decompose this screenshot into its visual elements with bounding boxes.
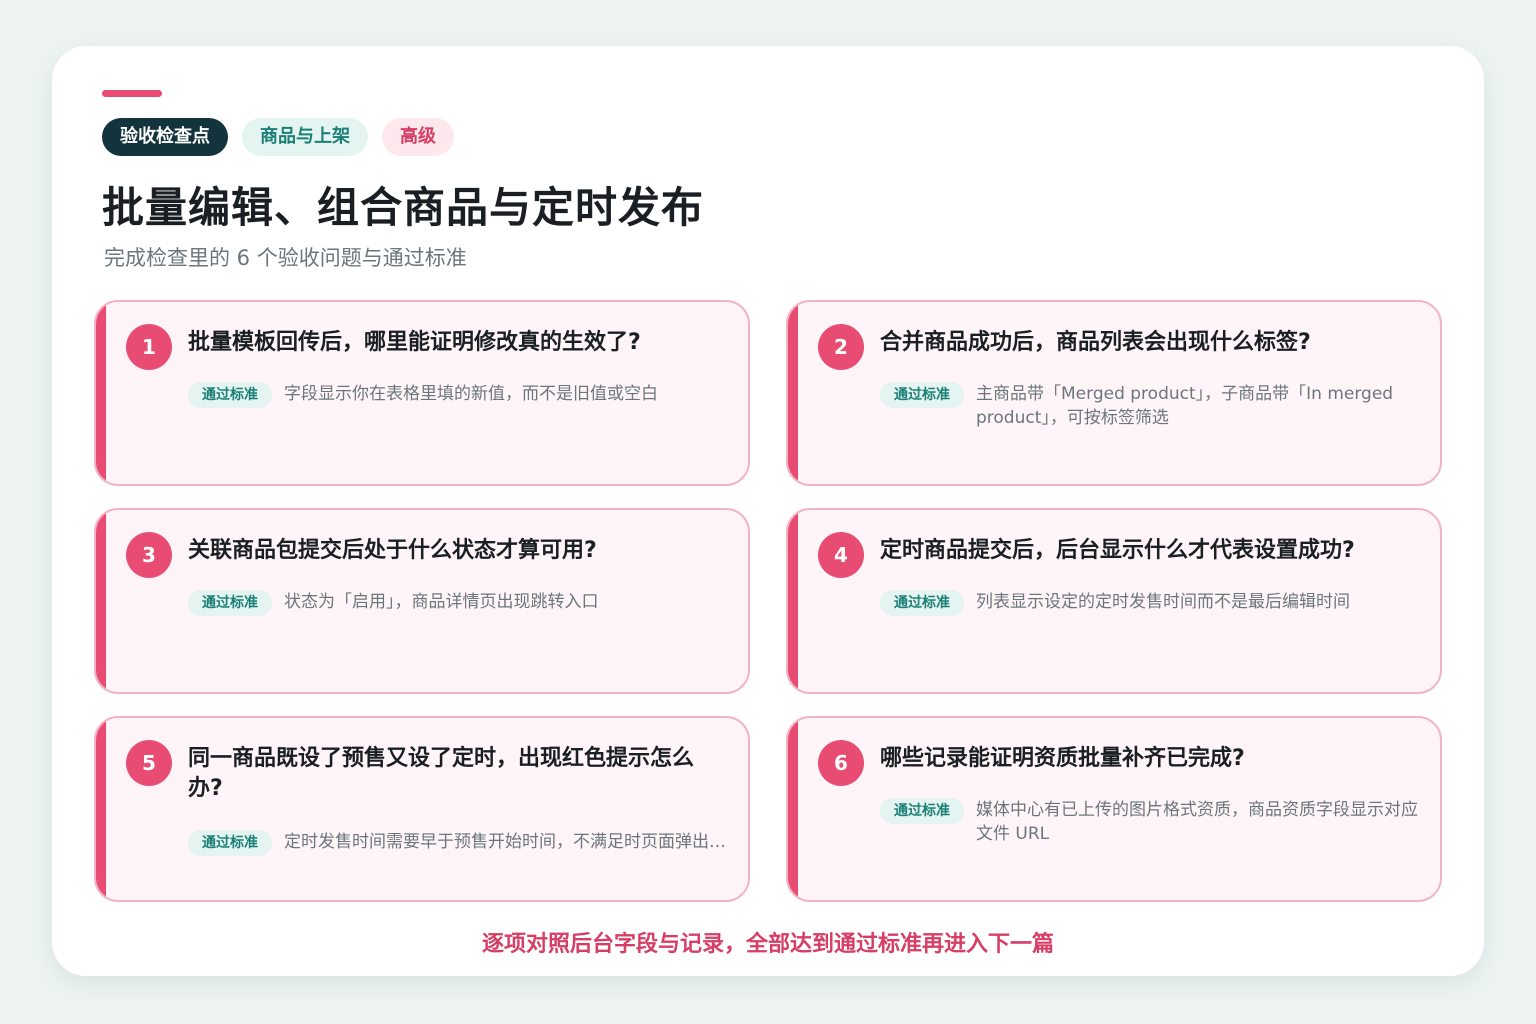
tag-row: 验收检查点 商品与上架 高级 <box>102 118 454 156</box>
card-accent-bar <box>788 302 798 484</box>
criteria-text: 字段显示你在表格里填的新值，而不是旧值或空白 <box>284 384 658 404</box>
criteria-badge: 通过标准 <box>880 382 964 408</box>
question-card-5: 5 同一商品既设了预售又设了定时，出现红色提示怎么办? 通过标准 定时发售时间需… <box>94 716 750 902</box>
criteria-text: 主商品带「Merged product」，子商品带「In merged prod… <box>976 384 1394 428</box>
criteria-badge: 通过标准 <box>880 798 964 824</box>
question-card-1: 1 批量模板回传后，哪里能证明修改真的生效了? 通过标准 字段显示你在表格里填的… <box>94 300 750 486</box>
criteria-row: 通过标准 状态为「启用」，商品详情页出现跳转入口 <box>188 590 728 616</box>
question-number: 3 <box>126 532 172 578</box>
criteria-text: 媒体中心有已上传的图片格式资质，商品资质字段显示对应文件 URL <box>976 800 1418 844</box>
criteria-row: 通过标准 定时发售时间需要早于预售开始时间，不满足时页面弹出红色提示 <box>188 830 728 856</box>
question-number: 6 <box>818 740 864 786</box>
card-accent-bar <box>788 718 798 900</box>
question-text: 批量模板回传后，哪里能证明修改真的生效了? <box>188 330 641 355</box>
question-number: 4 <box>818 532 864 578</box>
criteria-badge: 通过标准 <box>880 590 964 616</box>
card-accent-bar <box>96 718 106 900</box>
tag-checkpoint: 验收检查点 <box>102 118 228 156</box>
tag-level: 高级 <box>382 118 454 156</box>
page-title: 批量编辑、组合商品与定时发布 <box>102 183 705 232</box>
question-text: 哪些记录能证明资质批量补齐已完成? <box>880 746 1245 771</box>
card-accent-bar <box>96 302 106 484</box>
question-text: 定时商品提交后，后台显示什么才代表设置成功? <box>880 538 1355 563</box>
question-card-2: 2 合并商品成功后，商品列表会出现什么标签? 通过标准 主商品带「Merged … <box>786 300 1442 486</box>
question-card-4: 4 定时商品提交后，后台显示什么才代表设置成功? 通过标准 列表显示设定的定时发… <box>786 508 1442 694</box>
question-number: 1 <box>126 324 172 370</box>
criteria-text: 状态为「启用」，商品详情页出现跳转入口 <box>284 592 599 612</box>
criteria-badge: 通过标准 <box>188 590 272 616</box>
criteria-badge: 通过标准 <box>188 382 272 408</box>
criteria-row: 通过标准 媒体中心有已上传的图片格式资质，商品资质字段显示对应文件 URL <box>880 798 1420 846</box>
criteria-badge: 通过标准 <box>188 830 272 856</box>
criteria-row: 通过标准 主商品带「Merged product」，子商品带「In merged… <box>880 382 1420 430</box>
checklist-card: 验收检查点 商品与上架 高级 批量编辑、组合商品与定时发布 完成检查里的 6 个… <box>52 46 1484 976</box>
criteria-text: 列表显示设定的定时发售时间而不是最后编辑时间 <box>976 592 1350 612</box>
question-card-6: 6 哪些记录能证明资质批量补齐已完成? 通过标准 媒体中心有已上传的图片格式资质… <box>786 716 1442 902</box>
tag-category: 商品与上架 <box>242 118 368 156</box>
criteria-row: 通过标准 字段显示你在表格里填的新值，而不是旧值或空白 <box>188 382 728 408</box>
criteria-row: 通过标准 列表显示设定的定时发售时间而不是最后编辑时间 <box>880 590 1420 616</box>
question-number: 5 <box>126 740 172 786</box>
accent-line <box>102 90 162 97</box>
question-text: 合并商品成功后，商品列表会出现什么标签? <box>880 330 1311 355</box>
footer-note: 逐项对照后台字段与记录，全部达到通过标准再进入下一篇 <box>481 932 1054 957</box>
question-text: 同一商品既设了预售又设了定时，出现红色提示怎么办? <box>188 746 695 801</box>
card-accent-bar <box>788 510 798 692</box>
question-number: 2 <box>818 324 864 370</box>
page-subtitle: 完成检查里的 6 个验收问题与通过标准 <box>104 246 467 270</box>
question-grid: 1 批量模板回传后，哪里能证明修改真的生效了? 通过标准 字段显示你在表格里填的… <box>94 300 1442 902</box>
question-card-3: 3 关联商品包提交后处于什么状态才算可用? 通过标准 状态为「启用」，商品详情页… <box>94 508 750 694</box>
question-text: 关联商品包提交后处于什么状态才算可用? <box>188 538 597 563</box>
card-accent-bar <box>96 510 106 692</box>
criteria-text: 定时发售时间需要早于预售开始时间，不满足时页面弹出红色提示 <box>284 832 728 852</box>
